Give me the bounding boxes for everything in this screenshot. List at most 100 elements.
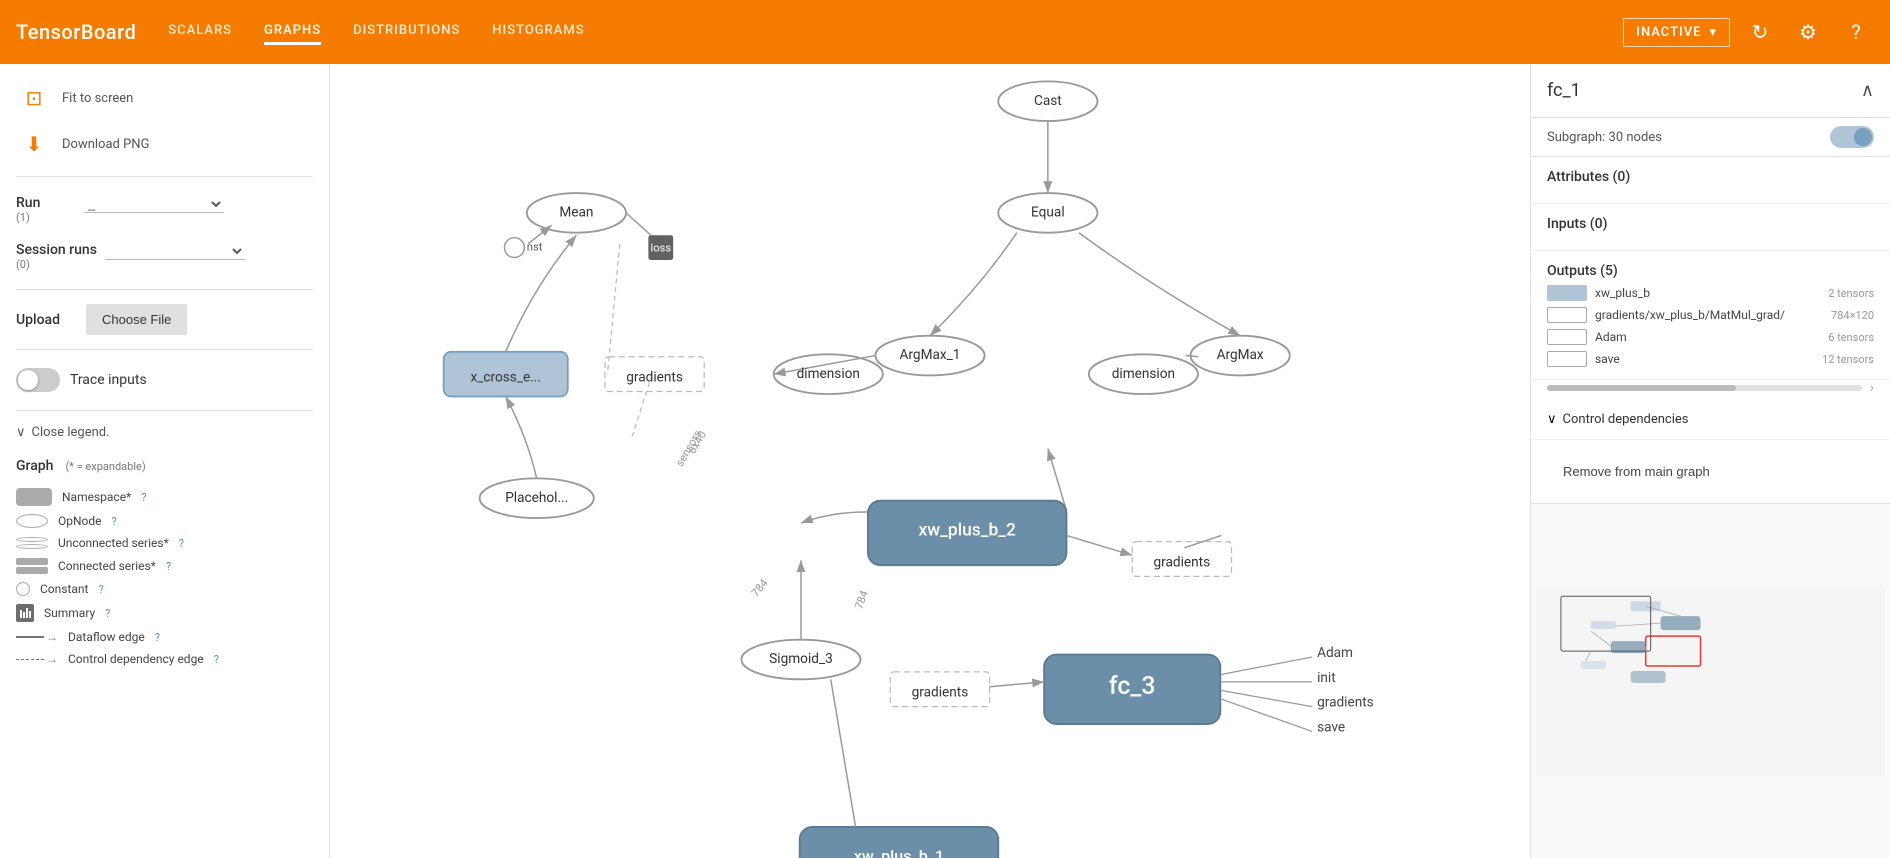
summary-icon [16,604,34,622]
edge-label-784: 784 [749,576,772,599]
constant-icon [16,582,30,596]
node-xwplusb1-label: xw_plus_b_1 [854,847,944,858]
attributes-section: Attributes (0) [1531,157,1890,204]
outputs-section: Outputs (5) xw_plus_b 2 tensors gradient… [1531,251,1890,380]
right-panel: fc_1 ∧ Subgraph: 30 nodes Attributes (0)… [1530,64,1890,858]
settings-button[interactable]: ⚙ [1790,14,1826,50]
opnode-label: OpNode [58,514,102,528]
control-deps-label: Control dependencies [1563,412,1689,427]
output-xw-plus-b: xw_plus_b 2 tensors [1547,285,1874,301]
dataflow-help[interactable]: ? [155,631,160,644]
scroll-right-icon[interactable]: › [1870,380,1874,396]
edge-placeholder-xcross [506,396,537,478]
graph-legend-subtitle: (* = expandable) [65,460,145,473]
edge-xwb2-grad2 [1066,535,1132,555]
upload-label: Upload [16,312,76,328]
node-sigmoid3-label: Sigmoid_3 [769,651,833,667]
trace-inputs-row: Trace inputs [16,364,313,396]
session-label-block: Session runs (0) [16,242,97,271]
run-count: (1) [16,211,76,224]
download-png-button[interactable]: ⬇ [16,126,52,162]
upload-section: Upload Choose File [16,304,313,335]
legend-connected: Connected series* ? [16,558,313,574]
node-gradients1-label: gradients [626,369,683,385]
nav-links: SCALARS GRAPHS DISTRIBUTIONS HISTOGRAMS [168,19,1591,45]
refresh-button[interactable]: ↻ [1742,14,1778,50]
nav-distributions[interactable]: DISTRIBUTIONS [353,19,460,45]
graph-legend-title: Graph [16,458,53,474]
connected-icon [16,558,48,574]
download-png-label: Download PNG [62,137,149,152]
trace-inputs-label: Trace inputs [70,372,147,388]
legend-toggle[interactable]: ∨ Close legend. [16,425,313,440]
node-loss-label: loss [650,241,671,254]
fit-to-screen-button[interactable]: ⊡ [16,80,52,116]
node-fc3-label: fc_3 [1109,672,1156,701]
minimap-bg [1536,586,1885,775]
output-xw-chip [1547,285,1587,301]
minimap-node3 [1661,616,1701,630]
summary-label: Summary [44,606,95,620]
edge-equal-argmax1 [930,233,1017,336]
legend-toggle-label: Close legend. [32,425,110,440]
output-save: save 12 tensors [1547,351,1874,367]
output-xw-meta: 2 tensors [1828,287,1874,300]
choose-file-button[interactable]: Choose File [86,304,187,335]
edge-sig-xwb1 [831,679,856,827]
legend-section: Graph (* = expandable) Namespace* ? OpNo… [16,450,313,674]
edge-grad-dashed1 [607,244,619,374]
nav-scalars[interactable]: SCALARS [168,19,232,45]
divider-1 [16,176,313,177]
status-dropdown[interactable]: INACTIVE ▾ [1623,18,1730,47]
nav-graphs[interactable]: GRAPHS [264,19,321,45]
node-nst[interactable] [504,238,524,258]
output-adam-name: Adam [1595,330,1820,344]
center-graph[interactable]: sensors 784 Cast Equal ArgMax_1 ArgMax M… [330,64,1530,858]
minimap-node5 [1581,661,1606,669]
connected-help[interactable]: ? [166,560,171,573]
left-panel: ⊡ Fit to screen ⬇ Download PNG Run (1) _… [0,64,330,858]
edge-mean-loss [626,213,651,235]
horizontal-scrollbar[interactable] [1547,385,1862,391]
divider-3 [16,349,313,350]
output-save-meta: 12 tensors [1822,353,1874,366]
help-button[interactable]: ? [1838,14,1874,50]
node-nst-label: nst [527,241,543,254]
summary-help[interactable]: ? [105,607,110,620]
namespace-help[interactable]: ? [141,491,146,504]
session-select[interactable] [105,242,245,260]
constant-label: Constant [40,582,88,596]
output-grad-meta: 784×120 [1831,309,1874,322]
run-select[interactable]: _ [84,195,224,213]
connected-label: Connected series* [58,559,156,573]
fc3-gradients-text: gradients [1317,695,1374,711]
edge-argmax-dim2 [1186,356,1198,357]
chevron-down-icon: ∨ [16,425,26,440]
dropdown-arrow-icon: ▾ [1709,25,1717,40]
right-panel-close-button[interactable]: ∧ [1861,80,1874,101]
unconnected-help[interactable]: ? [179,537,184,550]
opnode-help[interactable]: ? [112,515,117,528]
session-count: (0) [16,258,97,271]
subgraph-toggle[interactable] [1830,126,1874,148]
fc3-save-text: save [1317,719,1345,735]
edge-equal-argmax [1079,233,1240,336]
output-gradients: gradients/xw_plus_b/MatMul_grad/ 784×120 [1547,307,1874,323]
subgraph-label: Subgraph: 30 nodes [1547,130,1662,145]
control-help[interactable]: ? [214,653,219,666]
node-Equal-label: Equal [1031,204,1065,220]
nav-histograms[interactable]: HISTOGRAMS [492,19,584,45]
minimap-node1 [1631,601,1661,611]
remove-from-main-graph-button[interactable]: Remove from main graph [1547,456,1874,487]
control-deps-row[interactable]: ∨ Control dependencies [1531,400,1890,440]
trace-inputs-toggle[interactable] [16,368,60,392]
constant-help[interactable]: ? [98,583,103,596]
control-icon: → [16,652,58,666]
node-ArgMax1-label: ArgMax_1 [900,347,961,363]
node-placeholder-label: Placehol... [505,490,568,506]
legend-summary: Summary ? [16,604,313,622]
app-brand: TensorBoard [16,20,136,44]
graph-canvas: sensors 784 Cast Equal ArgMax_1 ArgMax M… [330,64,1530,858]
legend-constant: Constant ? [16,582,313,596]
output-grad-name: gradients/xw_plus_b/MatMul_grad/ [1595,308,1823,322]
